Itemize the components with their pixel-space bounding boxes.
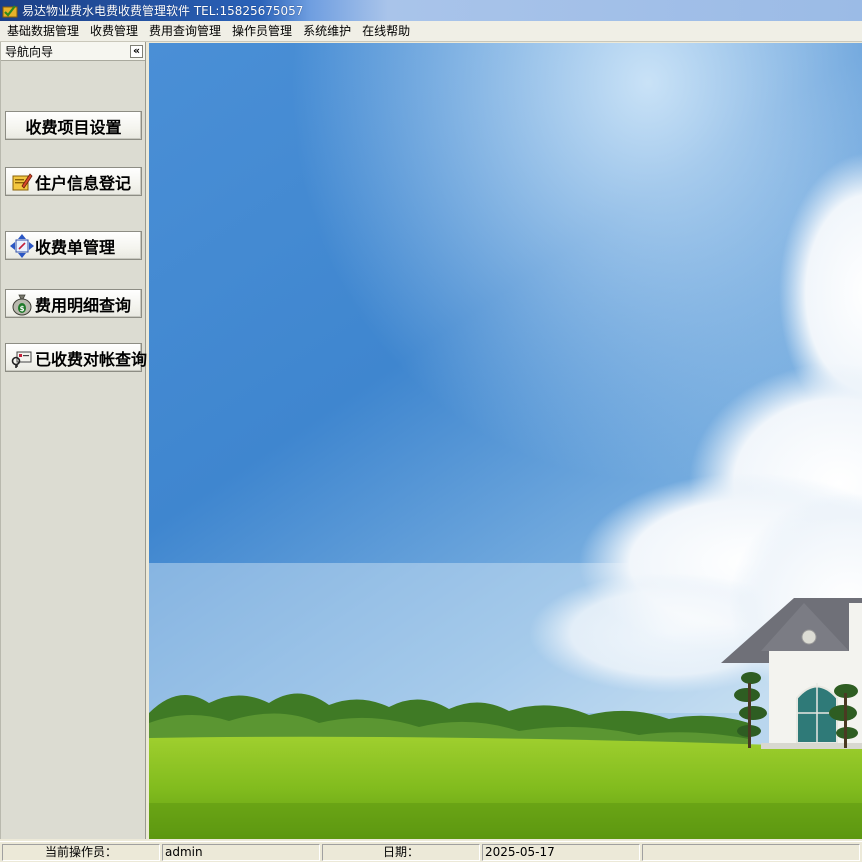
menu-online-help[interactable]: 在线帮助 bbox=[358, 21, 417, 41]
folder-check-icon bbox=[2, 4, 18, 17]
status-empty-panel bbox=[642, 844, 860, 861]
menu-fee-query[interactable]: 费用查询管理 bbox=[145, 21, 228, 41]
nav-header: 导航向导 « bbox=[1, 42, 145, 61]
operator-value: admin bbox=[162, 844, 320, 861]
date-value: 2025-05-17 bbox=[482, 844, 640, 861]
collapse-button[interactable]: « bbox=[130, 44, 143, 58]
bill-management-button[interactable]: 收费单管理 bbox=[5, 231, 142, 260]
money-bag-icon: $ bbox=[12, 294, 32, 315]
navigation-panel: 导航向导 « 收费项目设置 住户信息登记 收费单管理 $ 费用明细查询 已收费对… bbox=[0, 42, 147, 839]
window-title: 易达物业费水电费收费管理软件 TEL:15825675057 bbox=[22, 4, 304, 18]
svg-text:$: $ bbox=[20, 305, 25, 313]
main-workspace bbox=[149, 43, 862, 839]
fee-detail-query-button[interactable]: $ 费用明细查询 bbox=[5, 289, 142, 318]
date-label: 日期： bbox=[322, 844, 480, 861]
app-window: 易达物业费水电费收费管理软件 TEL:15825675057 基础数据管理 收费… bbox=[0, 0, 862, 862]
nav-button-label: 已收费对帐查询 bbox=[35, 349, 148, 369]
menu-basic-data[interactable]: 基础数据管理 bbox=[3, 21, 86, 41]
wallpaper-image bbox=[149, 43, 862, 839]
menu-system-maintenance[interactable]: 系统维护 bbox=[299, 21, 358, 41]
menu-operator-management[interactable]: 操作员管理 bbox=[228, 21, 299, 41]
operator-label: 当前操作员： bbox=[2, 844, 160, 861]
edit-folder-icon bbox=[12, 172, 33, 190]
menu-bar: 基础数据管理 收费管理 费用查询管理 操作员管理 系统维护 在线帮助 bbox=[0, 21, 862, 42]
nav-button-label: 住户信息登记 bbox=[35, 173, 132, 193]
nav-title: 导航向导 bbox=[5, 44, 54, 59]
resident-registration-button[interactable]: 住户信息登记 bbox=[5, 167, 142, 196]
title-bar[interactable]: 易达物业费水电费收费管理软件 TEL:15825675057 bbox=[0, 0, 862, 21]
paid-reconciliation-query-button[interactable]: 已收费对帐查询 bbox=[5, 343, 147, 372]
status-bar: 当前操作员： admin 日期： 2025-05-17 bbox=[0, 841, 862, 862]
nav-button-label: 费用明细查询 bbox=[35, 295, 132, 315]
nav-button-label: 收费项目设置 bbox=[25, 117, 122, 137]
bill-arrows-icon bbox=[10, 233, 34, 258]
charge-item-settings-button[interactable]: 收费项目设置 bbox=[5, 111, 142, 140]
nav-button-label: 收费单管理 bbox=[35, 237, 116, 257]
menu-charge-management[interactable]: 收费管理 bbox=[86, 21, 145, 41]
key-card-icon bbox=[11, 351, 32, 368]
